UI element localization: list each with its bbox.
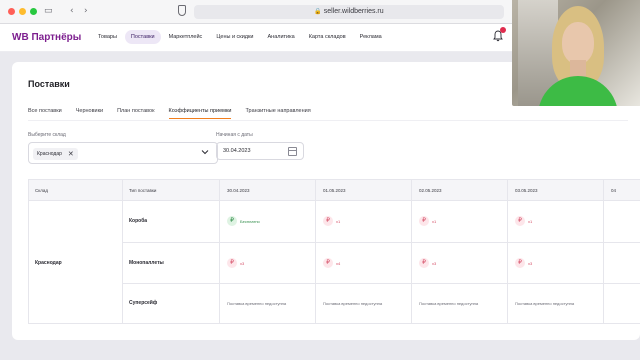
column-divider [315, 180, 316, 323]
ruble-icon: ₽ [419, 216, 429, 226]
start-date-value: 30.04.2023 [223, 148, 251, 154]
row-divider [122, 242, 640, 243]
coefficient-value: x4 [336, 260, 341, 266]
row-divider [122, 283, 640, 284]
unavailable-cell: Поставка временно недоступна [227, 301, 287, 306]
brand-logo[interactable]: WB Партнёры [12, 32, 81, 43]
column-divider [507, 180, 508, 323]
nav-item-marketplace[interactable]: Маркетплейс [163, 30, 209, 44]
nav-item-analytics[interactable]: Аналитика [261, 30, 300, 44]
coefficient-value: x1 [336, 218, 341, 224]
coefficient-cell[interactable]: ₽ x3 [227, 258, 244, 268]
coefficient-cell[interactable]: ₽ x3 [419, 258, 436, 268]
ruble-icon: ₽ [419, 258, 429, 268]
coefficient-value: Бесплатно [240, 218, 260, 224]
supplies-tabs: Все поставки Черновики План поставок Коэ… [28, 108, 325, 119]
coefficient-cell[interactable]: ₽ Бесплатно [227, 216, 260, 226]
webcam-overlay [512, 0, 640, 106]
column-header-supply-type: Тип поставки [129, 188, 157, 193]
unavailable-cell: Поставка временно недоступна [419, 301, 479, 306]
selected-warehouse-chip: Краснодар ✕ [33, 148, 78, 160]
coefficient-cell[interactable]: ₽ x1 [515, 216, 532, 226]
ruble-icon: ₽ [323, 258, 333, 268]
tab-all-supplies[interactable]: Все поставки [28, 108, 62, 119]
tab-drafts[interactable]: Черновики [76, 108, 103, 119]
coefficient-value: x3 [240, 260, 245, 266]
column-header-date: 04 [611, 188, 617, 193]
ruble-icon: ₽ [323, 216, 333, 226]
address-bar[interactable]: 🔒 seller.wildberries.ru [194, 5, 504, 19]
calendar-icon[interactable] [288, 147, 297, 156]
tab-supply-plan[interactable]: План поставок [117, 108, 154, 119]
tab-transit-directions[interactable]: Транзитные направления [245, 108, 310, 119]
url-text: seller.wildberries.ru [323, 8, 384, 15]
coefficients-table: Склад Тип поставки 30.04.2023 01.05.2023… [28, 179, 640, 324]
ruble-icon: ₽ [227, 258, 237, 268]
presenter-face [562, 22, 594, 64]
close-icon[interactable]: ✕ [68, 148, 74, 160]
nav-item-products[interactable]: Товары [92, 30, 123, 44]
coefficient-cell[interactable]: ₽ x1 [419, 216, 436, 226]
supply-type-cell: Монопаллеты [129, 260, 164, 266]
table-header: Склад Тип поставки 30.04.2023 01.05.2023… [29, 180, 640, 201]
coefficient-value: x1 [528, 218, 533, 224]
warehouse-cell: Краснодар [35, 260, 62, 266]
close-window-button[interactable] [8, 8, 15, 15]
date-label: Начиная с даты [216, 132, 253, 138]
lock-icon: 🔒 [314, 8, 322, 15]
main-nav: Товары Поставки Маркетплейс Цены и скидк… [92, 30, 388, 44]
start-date-input[interactable]: 30.04.2023 [216, 142, 304, 160]
page-title: Поставки [28, 79, 70, 89]
nav-item-warehouse-map[interactable]: Карта складов [303, 30, 352, 44]
coefficient-cell[interactable]: ₽ x1 [323, 216, 340, 226]
column-header-warehouse: Склад [35, 188, 49, 193]
nav-item-prices[interactable]: Цены и скидки [210, 30, 259, 44]
ruble-icon: ₽ [227, 216, 237, 226]
warehouse-select[interactable]: Краснодар ✕ [28, 142, 218, 164]
unavailable-cell: Поставка временно недоступна [515, 301, 575, 306]
coefficient-cell[interactable]: ₽ x3 [515, 258, 532, 268]
column-divider [603, 180, 604, 323]
coefficient-value: x3 [528, 260, 533, 266]
back-arrow-icon[interactable]: ‹ [70, 5, 74, 17]
ruble-icon: ₽ [515, 216, 525, 226]
chip-label: Краснодар [37, 151, 62, 157]
notification-badge [500, 27, 506, 33]
column-header-date: 03.05.2023 [515, 188, 538, 193]
coefficient-cell[interactable]: ₽ x4 [323, 258, 340, 268]
privacy-shield-icon[interactable] [178, 5, 186, 16]
forward-arrow-icon[interactable]: › [84, 5, 88, 17]
supply-type-cell: Суперсейф [129, 300, 158, 306]
column-divider [411, 180, 412, 323]
maximize-window-button[interactable] [30, 8, 37, 15]
warehouse-select-label: Выберите склад [28, 132, 66, 138]
coefficient-value: x3 [432, 260, 437, 266]
unavailable-cell: Поставка временно недоступна [323, 301, 383, 306]
column-header-date: 30.04.2023 [227, 188, 250, 193]
column-header-date: 01.05.2023 [323, 188, 346, 193]
sidebar-toggle-icon[interactable]: ▭ [44, 5, 53, 17]
column-divider [219, 180, 220, 323]
column-header-date: 02.05.2023 [419, 188, 442, 193]
coefficient-value: x1 [432, 218, 437, 224]
nav-item-supplies[interactable]: Поставки [124, 30, 161, 44]
minimize-window-button[interactable] [19, 8, 26, 15]
supply-type-cell: Короба [129, 218, 148, 224]
tab-acceptance-coefficients[interactable]: Коэффициенты приемки [168, 108, 232, 119]
ruble-icon: ₽ [515, 258, 525, 268]
nav-item-ads[interactable]: Реклама [354, 30, 388, 44]
column-divider [122, 180, 123, 323]
chevron-down-icon[interactable] [201, 148, 209, 156]
tabs-divider [28, 120, 628, 121]
